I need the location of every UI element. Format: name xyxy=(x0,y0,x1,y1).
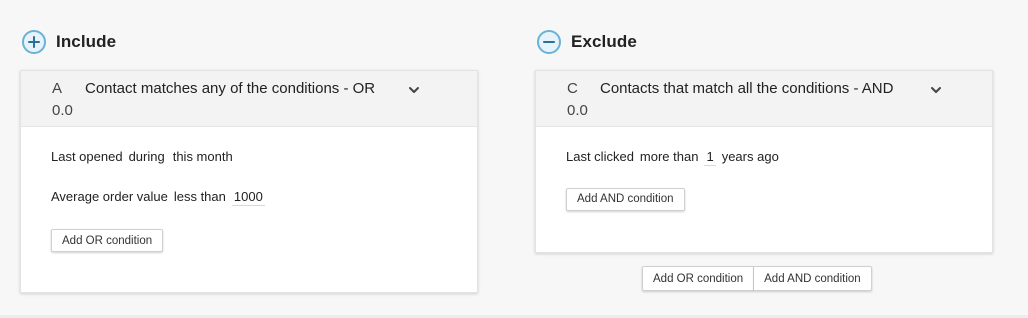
condition-value-input[interactable]: 1 xyxy=(704,149,716,166)
condition-row[interactable]: Last clicked more than 1 years ago xyxy=(566,149,992,169)
condition-row[interactable]: Average order value less than 1000 xyxy=(51,189,477,209)
exclude-title: Exclude xyxy=(571,32,637,51)
group-letter: A xyxy=(52,80,63,97)
include-title: Include xyxy=(56,32,117,51)
add-group-button-bar: Add OR condition Add AND condition xyxy=(642,266,872,291)
include-header: Include xyxy=(20,28,478,56)
chevron-down-icon[interactable] xyxy=(406,82,422,98)
add-or-group-button[interactable]: Add OR condition xyxy=(642,266,755,291)
minus-circle-icon[interactable] xyxy=(537,30,561,54)
condition-field[interactable]: Last opened xyxy=(51,149,123,164)
segment-builder: Include A Contact matches any of the con… xyxy=(0,0,1028,318)
condition-list: Last opened during this month Average or… xyxy=(21,127,477,252)
condition-field[interactable]: Average order value xyxy=(51,189,168,204)
add-and-condition-button[interactable]: Add AND condition xyxy=(566,187,685,211)
condition-operator[interactable]: more than xyxy=(640,149,699,164)
condition-row[interactable]: Last opened during this month xyxy=(51,149,477,169)
condition-group-header: A Contact matches any of the conditions … xyxy=(21,71,477,127)
add-and-group-button[interactable]: Add AND condition xyxy=(754,266,872,291)
include-section: Include A Contact matches any of the con… xyxy=(20,28,478,293)
add-or-condition-button[interactable]: Add OR condition xyxy=(51,229,164,252)
exclude-section: Exclude C Contacts that match all the co… xyxy=(535,28,993,253)
group-match-type[interactable]: Contact matches any of the conditions - … xyxy=(85,80,375,97)
condition-operator[interactable]: during xyxy=(129,149,165,164)
condition-list: Last clicked more than 1 years ago Add A… xyxy=(536,127,992,211)
condition-operator[interactable]: less than xyxy=(174,189,226,204)
condition-group-card: C Contacts that match all the conditions… xyxy=(535,70,993,253)
plus-circle-icon[interactable] xyxy=(22,30,46,54)
condition-value-input[interactable]: 1000 xyxy=(231,189,265,206)
condition-group-card: A Contact matches any of the conditions … xyxy=(20,70,478,293)
condition-unit[interactable]: years ago xyxy=(722,149,779,164)
group-letter: C xyxy=(567,80,578,97)
condition-value[interactable]: this month xyxy=(171,149,235,166)
condition-field[interactable]: Last clicked xyxy=(566,149,634,164)
group-score: 0.0 xyxy=(567,102,588,119)
chevron-down-icon[interactable] xyxy=(928,82,944,98)
group-score: 0.0 xyxy=(52,102,73,119)
group-match-type[interactable]: Contacts that match all the conditions -… xyxy=(600,80,893,97)
condition-group-header: C Contacts that match all the conditions… xyxy=(536,71,992,127)
exclude-header: Exclude xyxy=(535,28,993,56)
